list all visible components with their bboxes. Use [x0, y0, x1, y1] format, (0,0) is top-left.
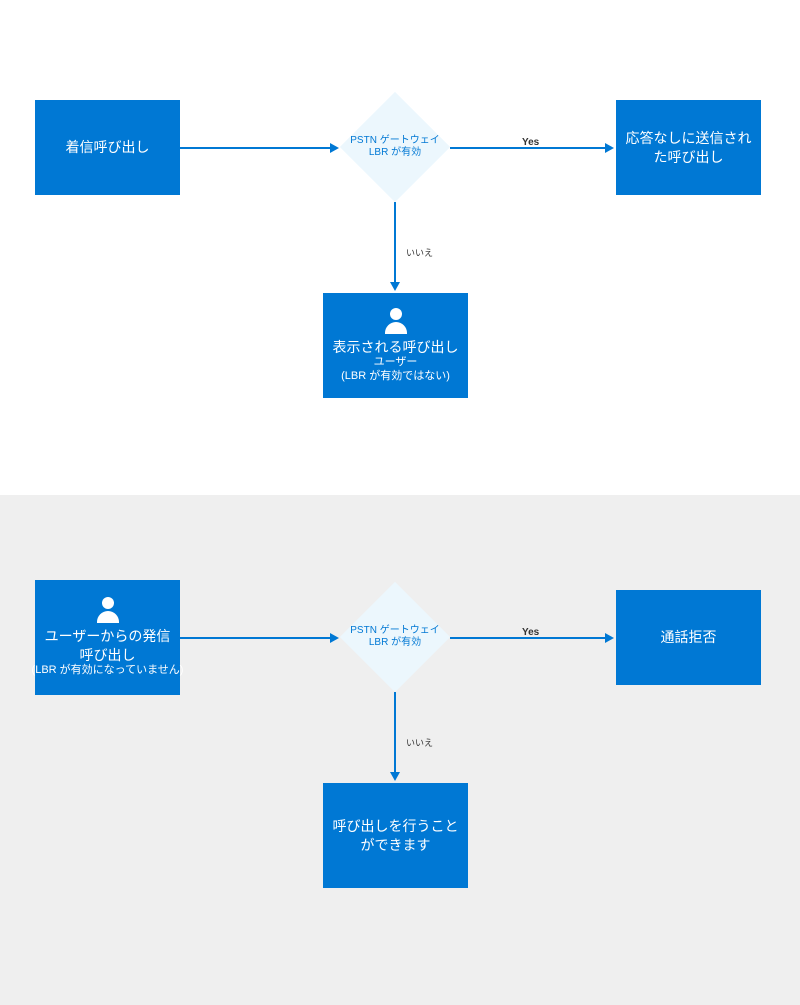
edge-decision-no — [394, 202, 396, 282]
node-label: 呼び出しを行うことができます — [329, 817, 462, 853]
edge-start-to-decision — [180, 147, 330, 149]
user-icon — [95, 597, 121, 623]
node-label: 応答なしに送信された呼び出し — [622, 129, 755, 165]
node-sub-label: (LBR が有効になっていません) — [32, 664, 184, 678]
node-label: ユーザーからの発信呼び出し — [41, 627, 174, 663]
arrow-head-icon — [330, 633, 339, 643]
node-label: 表示される呼び出し — [333, 338, 459, 356]
node-label: PSTN ゲートウェイ LBR が有効 — [350, 135, 440, 159]
node-call-displayed: 表示される呼び出し ユーザー (LBR が有効ではない) — [323, 293, 468, 398]
arrow-head-icon — [390, 282, 400, 291]
edge-decision-no — [394, 692, 396, 772]
node-decision-pstn-lbr: PSTN ゲートウェイ LBR が有効 — [340, 582, 450, 692]
arrow-head-icon — [605, 143, 614, 153]
node-call-can-proceed: 呼び出しを行うことができます — [323, 783, 468, 888]
node-call-sent-unanswered: 応答なしに送信された呼び出し — [616, 100, 761, 195]
node-call-rejected: 通話拒否 — [616, 590, 761, 685]
node-sub-label: ユーザー — [374, 356, 418, 370]
arrow-head-icon — [330, 143, 339, 153]
node-label: PSTN ゲートウェイ LBR が有効 — [350, 625, 440, 649]
edge-label-yes: Yes — [522, 137, 539, 148]
node-sub-label: (LBR が有効ではない) — [341, 370, 450, 384]
arrow-head-icon — [605, 633, 614, 643]
arrow-head-icon — [390, 772, 400, 781]
node-label: 着信呼び出し — [66, 138, 150, 156]
flowchart-incoming-call: 着信呼び出し PSTN ゲートウェイ LBR が有効 Yes 応答なしに送信され… — [0, 0, 800, 495]
edge-label-no: いいえ — [406, 246, 433, 259]
flowchart-outgoing-call: ユーザーからの発信呼び出し (LBR が有効になっていません) PSTN ゲート… — [0, 495, 800, 1005]
user-icon — [383, 308, 409, 334]
edge-start-to-decision — [180, 637, 330, 639]
edge-label-yes: Yes — [522, 627, 539, 638]
node-outgoing-call: ユーザーからの発信呼び出し (LBR が有効になっていません) — [35, 580, 180, 695]
edge-label-no: いいえ — [406, 736, 433, 749]
node-incoming-call: 着信呼び出し — [35, 100, 180, 195]
node-label: 通話拒否 — [661, 628, 717, 646]
node-decision-pstn-lbr: PSTN ゲートウェイ LBR が有効 — [340, 92, 450, 202]
